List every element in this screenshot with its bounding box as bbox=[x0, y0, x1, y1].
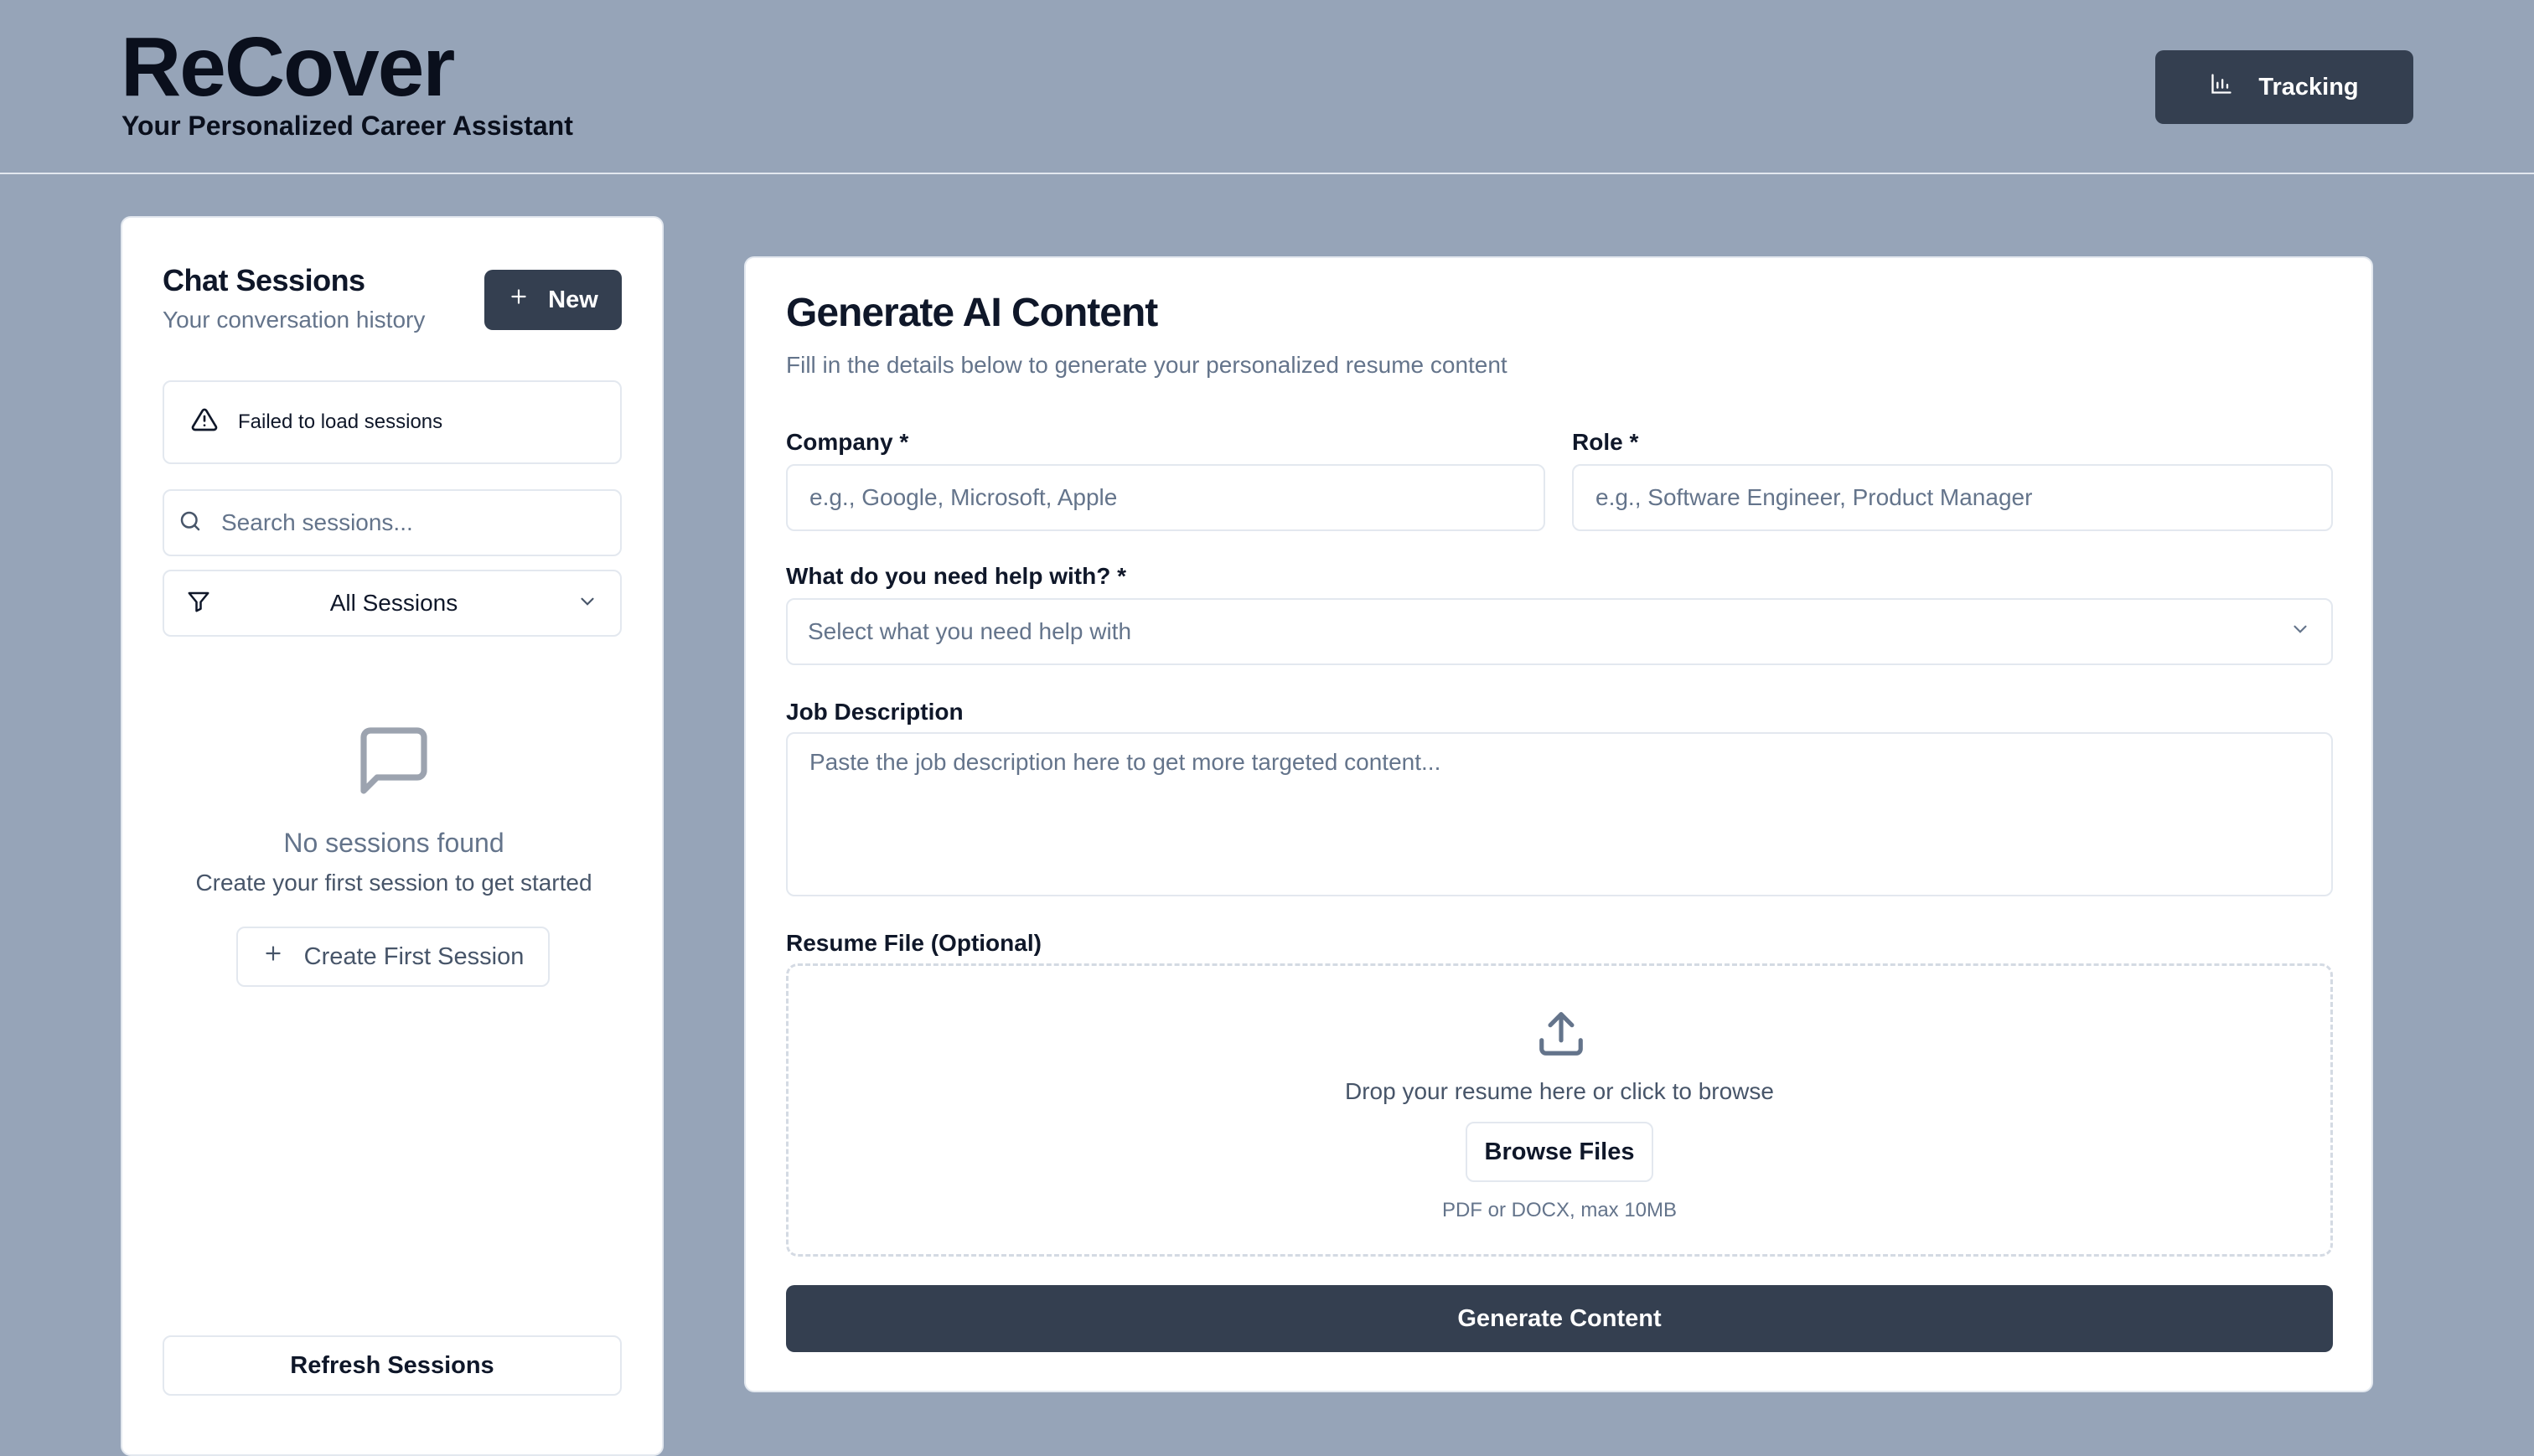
company-label: Company * bbox=[786, 429, 909, 455]
help-label: What do you need help with? * bbox=[786, 563, 1126, 589]
form-subtitle: Fill in the details below to generate yo… bbox=[786, 352, 1507, 378]
job-description-textarea[interactable] bbox=[808, 734, 2311, 895]
app-title: ReCover bbox=[121, 20, 455, 114]
help-select-placeholder: Select what you need help with bbox=[808, 618, 1132, 644]
company-input[interactable] bbox=[808, 483, 1523, 512]
company-field bbox=[786, 464, 1545, 531]
chevron-down-icon bbox=[577, 591, 598, 617]
create-first-label: Create First Session bbox=[303, 942, 525, 970]
upload-icon bbox=[1535, 1008, 1587, 1064]
plus-icon bbox=[508, 286, 530, 314]
error-text: Failed to load sessions bbox=[238, 410, 443, 433]
session-filter-select[interactable]: All Sessions bbox=[163, 570, 622, 637]
app-subtitle: Your Personalized Career Assistant bbox=[122, 111, 573, 141]
bar-chart-icon bbox=[2210, 72, 2233, 102]
job-description-label: Job Description bbox=[786, 699, 964, 725]
warning-triangle-icon bbox=[191, 406, 218, 439]
error-alert: Failed to load sessions bbox=[163, 380, 622, 464]
role-field bbox=[1572, 464, 2333, 531]
generate-content-card: Generate AI Content Fill in the details … bbox=[744, 256, 2373, 1392]
role-label: Role * bbox=[1572, 429, 1639, 455]
app-header: ReCover Your Personalized Career Assista… bbox=[0, 0, 2534, 174]
new-session-button[interactable]: New bbox=[484, 270, 622, 330]
filter-icon bbox=[186, 589, 211, 618]
chevron-down-icon bbox=[2289, 618, 2311, 646]
refresh-sessions-button[interactable]: Refresh Sessions bbox=[163, 1335, 622, 1396]
sessions-subtitle: Your conversation history bbox=[163, 307, 426, 333]
session-search bbox=[163, 489, 622, 556]
create-first-session-button[interactable]: Create First Session bbox=[236, 927, 550, 987]
role-input[interactable] bbox=[1594, 483, 2311, 512]
browse-files-button[interactable]: Browse Files bbox=[1466, 1122, 1653, 1182]
dropzone-text: Drop your resume here or click to browse bbox=[1345, 1078, 1774, 1104]
resume-dropzone[interactable]: Drop your resume here or click to browse… bbox=[786, 963, 2333, 1257]
resume-file-label: Resume File (Optional) bbox=[786, 930, 1042, 956]
search-icon bbox=[178, 509, 203, 538]
chat-sessions-panel: Chat Sessions Your conversation history … bbox=[121, 216, 664, 1456]
tracking-label: Tracking bbox=[2258, 73, 2359, 101]
plus-icon bbox=[262, 942, 284, 971]
filter-selected-value: All Sessions bbox=[329, 590, 458, 616]
help-type-select[interactable]: Select what you need help with bbox=[786, 598, 2333, 665]
empty-state-title: No sessions found bbox=[283, 828, 504, 858]
job-description-field bbox=[786, 732, 2333, 896]
generate-content-button[interactable]: Generate Content bbox=[786, 1285, 2333, 1352]
form-title: Generate AI Content bbox=[786, 291, 1158, 335]
message-square-icon bbox=[354, 720, 434, 805]
search-input[interactable] bbox=[220, 509, 605, 537]
file-type-hint: PDF or DOCX, max 10MB bbox=[1441, 1199, 1678, 1221]
empty-state-subtitle: Create your first session to get started bbox=[195, 870, 592, 896]
new-label: New bbox=[548, 286, 598, 313]
tracking-button[interactable]: Tracking bbox=[2155, 50, 2413, 124]
sessions-title: Chat Sessions bbox=[163, 263, 365, 297]
